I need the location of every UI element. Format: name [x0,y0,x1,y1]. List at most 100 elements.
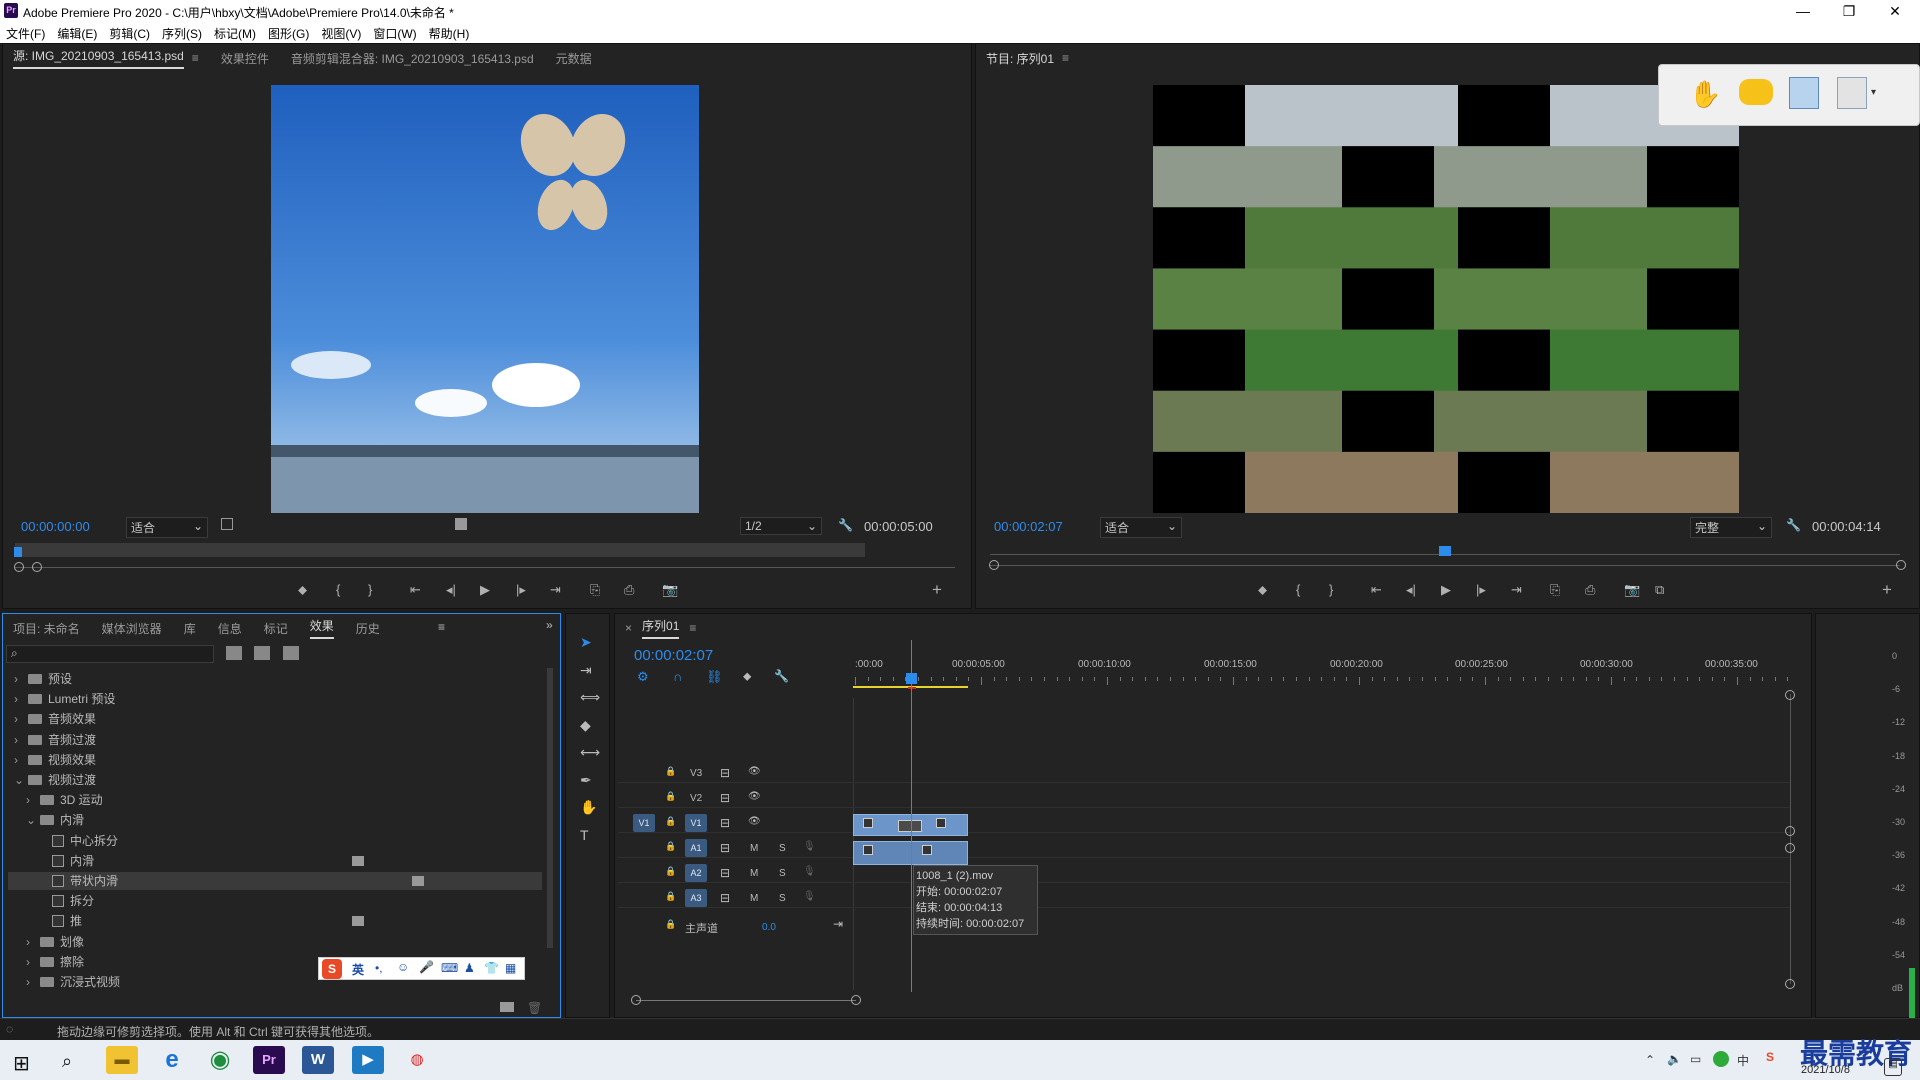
mute-button[interactable]: M [750,843,758,854]
step-back-icon[interactable]: ◂| [1406,582,1416,598]
wrench-icon[interactable]: 🔧 [774,669,789,683]
lock-icon[interactable]: 🔒 [665,919,676,930]
tray-app-icon[interactable] [1713,1051,1729,1067]
source-fit-dropdown[interactable]: 适合 ⌄ [126,517,208,538]
folder-item[interactable]: › 音频效果 [8,710,542,728]
snap-icon[interactable]: ∩ [673,669,682,684]
folder-item[interactable]: › 划像 [8,933,542,951]
hand-tool-icon[interactable]: ✋ [580,799,597,816]
master-volume-value[interactable]: 0.0 [762,922,776,933]
menu-item[interactable]: 文件(F) [0,22,51,42]
tab-project-5[interactable]: 效果 [309,617,334,639]
ime-tray-icon[interactable]: 中 [1737,1052,1749,1069]
tab-project-4[interactable]: 标记 [264,620,288,637]
restore-button[interactable]: ❐ [1826,1,1872,21]
linked-selection-icon[interactable]: ⛓ [706,669,723,685]
menu-item[interactable]: 图形(G) [262,22,315,42]
tab-sequence[interactable]: 序列01 [642,617,680,639]
tab-project-1[interactable]: 媒体浏览器 [102,620,162,637]
vertical-scroll[interactable] [1790,694,1791,984]
eye-icon[interactable]: 👁 [748,816,761,827]
effect-item[interactable]: 推 [8,912,542,930]
effects-search-input[interactable]: ⌕ [6,645,214,663]
search-icon[interactable]: ⌕ [62,1051,72,1072]
zoom-handle-right[interactable] [32,562,42,572]
eye-icon[interactable]: 👁 [748,791,761,802]
scroll-handle[interactable] [1785,843,1795,853]
source-timecode[interactable]: 00:00:00:00 [21,519,90,534]
chevron-down-icon[interactable]: ⌄ [26,811,40,829]
zoom-handle-left[interactable] [989,560,999,570]
chevron-right-icon[interactable]: › [14,710,28,728]
more-panels-icon[interactable]: » [546,618,553,632]
step-forward-icon[interactable]: |▸ [1476,582,1486,598]
chevron-right-icon[interactable]: › [26,933,40,951]
mute-button[interactable]: M [750,868,758,879]
new-folder-icon[interactable] [500,1002,514,1012]
source-scrub-bar[interactable] [15,543,865,557]
folder-item[interactable]: › 视频效果 [8,751,542,769]
mark-out-icon[interactable]: } [368,582,372,597]
effect-item[interactable]: 拆分 [8,892,542,910]
file-explorer-icon[interactable]: ▬ [106,1046,138,1074]
tab-program[interactable]: 节目: 序列01 [986,50,1054,67]
accelerated-effects-icon[interactable] [226,646,242,660]
scroll-handle-bottom[interactable] [1785,979,1795,989]
keyboard-icon[interactable]: ⌨ [441,961,458,975]
chevron-down-icon[interactable]: ▾ [1871,87,1876,98]
source-preview-image[interactable] [271,85,699,513]
effect-item[interactable]: 内滑 [8,852,542,870]
go-to-in-icon[interactable]: ⇤ [1371,582,1382,598]
ime-mode[interactable]: 英 [352,961,364,978]
play-icon[interactable]: ▶ [1441,582,1451,598]
slip-tool-icon[interactable]: ⟷ [580,744,600,761]
play-icon[interactable]: ▶ [480,582,490,598]
folder-item[interactable]: › 音频过渡 [8,731,542,749]
timeline-timecode[interactable]: 00:00:02:07 [634,647,713,664]
type-tool-icon[interactable]: T [580,827,589,843]
sync-lock-icon[interactable]: ⊟ [720,816,730,830]
mute-button[interactable]: M [750,893,758,904]
source-patch-v1[interactable]: V1 [633,814,655,832]
zoom-handle-left[interactable] [14,562,24,572]
mark-in-icon[interactable]: { [1296,582,1300,597]
add-button-icon[interactable]: + [1882,580,1892,600]
punctuation-icon[interactable]: •, [375,961,383,975]
pen-tool-icon[interactable]: ✒ [580,772,592,789]
emoji-icon[interactable]: ☺ [397,960,409,974]
chevron-right-icon[interactable]: › [14,690,28,708]
lock-icon[interactable]: 🔒 [665,816,676,827]
tab-project-3[interactable]: 信息 [218,620,242,637]
tab-project-0[interactable]: 项目: 未命名 [13,620,80,637]
chevron-right-icon[interactable]: › [26,973,40,991]
go-to-out-icon[interactable]: ⇥ [833,917,843,931]
chevron-right-icon[interactable]: › [14,751,28,769]
compare-icon[interactable]: ⧉ [1655,582,1664,598]
zoom-handle-left[interactable] [631,995,641,1005]
solo-button[interactable]: S [779,868,786,879]
chevron-right-icon[interactable]: › [14,670,28,688]
close-button[interactable]: ✕ [1872,1,1918,21]
go-to-out-icon[interactable]: ⇥ [550,582,561,598]
go-to-in-icon[interactable]: ⇤ [410,582,421,598]
lock-icon[interactable]: 🔒 [665,791,676,802]
wrench-icon[interactable]: 🔧 [1786,518,1801,532]
panel-menu-icon[interactable]: ≡ [192,51,199,65]
drop-frame-icon[interactable] [455,518,467,530]
overwrite-icon[interactable]: ⎙ [624,582,634,598]
minimize-button[interactable]: — [1780,1,1826,21]
mark-out-icon[interactable]: } [1329,582,1333,597]
track-target-A2[interactable]: A2 [685,864,707,882]
panel-menu-icon[interactable]: ≡ [689,621,696,635]
yuv-effects-icon[interactable] [283,646,299,660]
folder-item[interactable]: › Lumetri 预设 [8,690,542,708]
scroll-handle[interactable] [1785,826,1795,836]
step-forward-icon[interactable]: |▸ [516,582,526,598]
notification-icon[interactable]: ▤ [1884,1058,1902,1076]
menu-item[interactable]: 标记(M) [208,22,262,42]
zoom-handle-right[interactable] [851,995,861,1005]
insert-icon[interactable]: ⎘ [1550,582,1560,598]
marker-icon[interactable]: ⬥ [1258,582,1267,598]
track-target-V1[interactable]: V1 [685,814,707,832]
tab-source-2[interactable]: 音频剪辑混合器: IMG_20210903_165413.psd [291,50,534,67]
